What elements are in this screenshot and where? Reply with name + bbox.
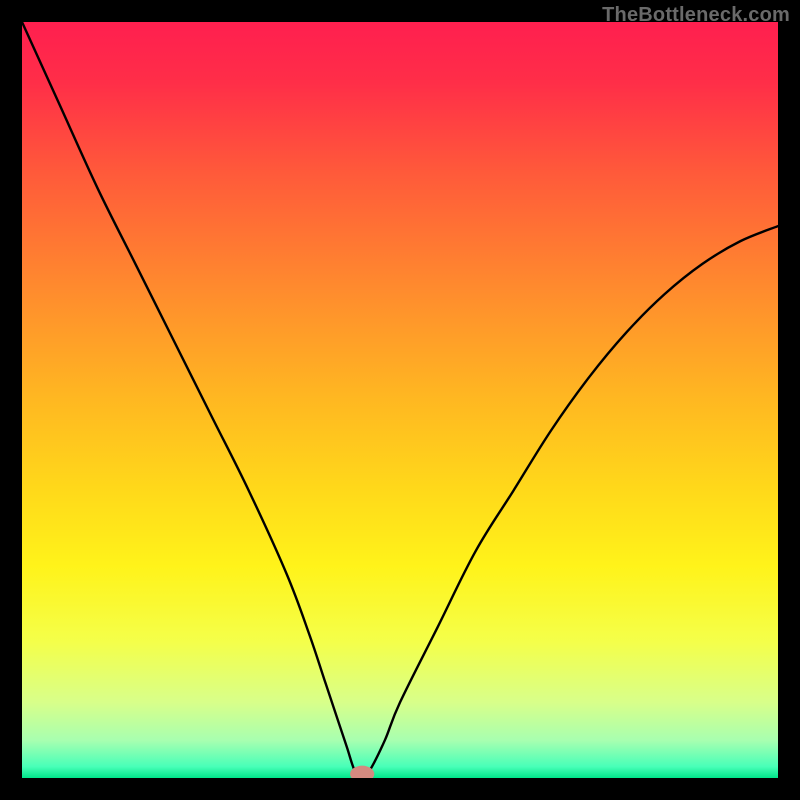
watermark-text: TheBottleneck.com <box>602 4 790 27</box>
plot-area <box>22 22 778 778</box>
gradient-background <box>22 22 778 778</box>
bottleneck-chart <box>22 22 778 778</box>
chart-frame: TheBottleneck.com <box>0 0 800 800</box>
